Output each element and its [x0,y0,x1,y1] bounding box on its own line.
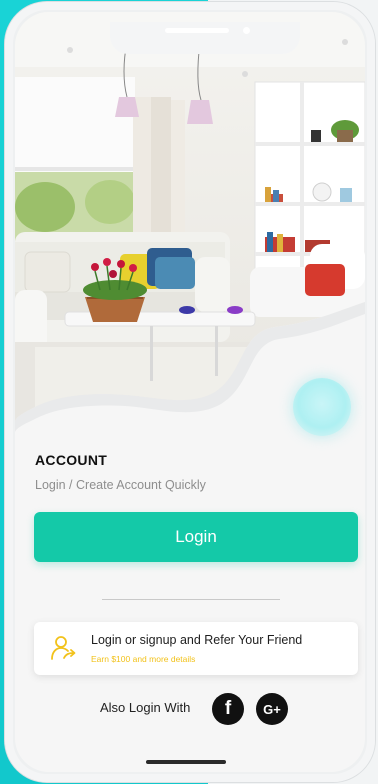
facebook-icon: f [224,698,232,719]
user-add-icon [50,634,78,662]
login-button[interactable]: Login [34,512,358,562]
account-title: ACCOUNT [35,452,108,468]
google-plus-icon: G+ [263,701,281,717]
divider [102,599,280,600]
front-camera [243,27,250,34]
facebook-login-button[interactable]: f [212,693,244,725]
refer-title: Login or signup and Refer Your Friend [91,633,303,647]
refer-subtitle: Earn $100 and more details [91,654,196,664]
home-indicator[interactable] [146,760,226,764]
also-login-label: Also Login With [100,700,191,715]
account-subtitle: Login / Create Account Quickly [35,478,206,492]
refer-friend-card[interactable]: Login or signup and Refer Your Friend Ea… [34,622,358,675]
hero-image [15,12,365,432]
decorative-bubble [293,378,351,436]
speaker-grille [165,28,229,33]
phone-notch [110,22,300,54]
google-login-button[interactable]: G+ [256,693,288,725]
